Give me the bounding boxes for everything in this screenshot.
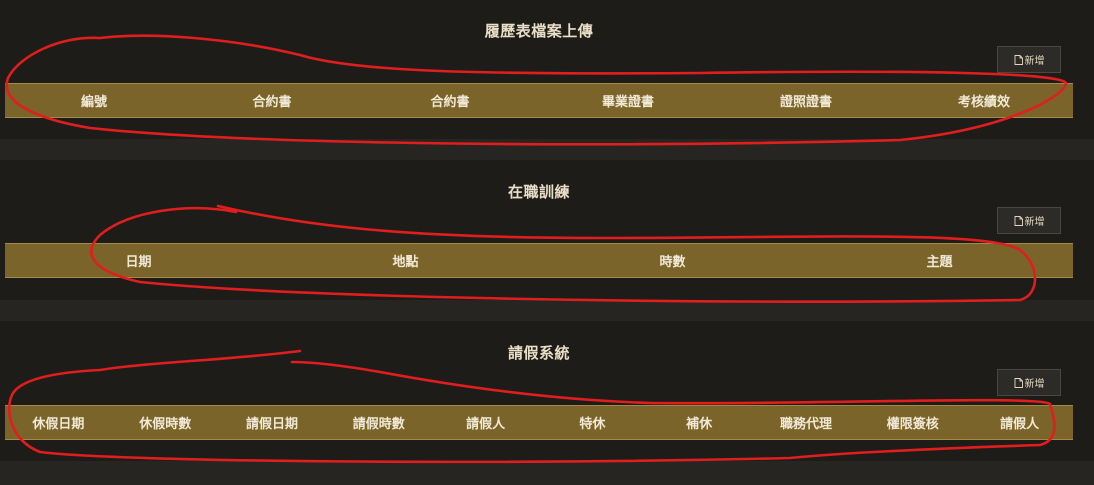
add-training-button[interactable]: 新增: [997, 207, 1061, 234]
add-leave-button-label: 新增: [1024, 379, 1045, 390]
column-header[interactable]: 職務代理: [753, 413, 860, 432]
column-header[interactable]: 畢業證書: [539, 91, 717, 110]
add-resume-button-label: 新增: [1024, 56, 1045, 67]
leave-panel: 請假系統 新增 休假日期 休假時數 請假日期 請假時數 請假人 特休 補休 職務…: [0, 321, 1094, 461]
resume-upload-panel: 履歷表檔案上傳 新增 編號 合約書 合約書 畢業證書 證照證書 考核績效: [0, 0, 1094, 139]
resume-table-header: 編號 合約書 合約書 畢業證書 證照證書 考核績效: [5, 83, 1073, 118]
column-header[interactable]: 證照證書: [717, 91, 895, 110]
column-header[interactable]: 請假人: [966, 413, 1073, 432]
section-title-leave: 請假系統: [507, 344, 570, 362]
section-title-training: 在職訓練: [507, 183, 570, 201]
training-panel: 在職訓練 新增 日期 地點 時數 主題: [0, 160, 1094, 300]
training-table-header: 日期 地點 時數 主題: [5, 243, 1073, 278]
column-header[interactable]: 權限簽核: [859, 413, 966, 432]
column-header[interactable]: 時數: [539, 251, 806, 270]
column-header[interactable]: 合約書: [361, 91, 539, 110]
column-header[interactable]: 考核績效: [895, 91, 1073, 110]
leave-table-header: 休假日期 休假時數 請假日期 請假時數 請假人 特休 補休 職務代理 權限簽核 …: [5, 405, 1073, 440]
add-resume-button[interactable]: 新增: [997, 46, 1061, 73]
document-icon: [1014, 215, 1023, 226]
column-header[interactable]: 休假時數: [112, 413, 219, 432]
page: 履歷表檔案上傳 新增 編號 合約書 合約書 畢業證書 證照證書 考核績效 在職訓…: [0, 0, 1094, 485]
add-leave-button[interactable]: 新增: [997, 369, 1061, 396]
column-header[interactable]: 請假時數: [325, 413, 432, 432]
column-header[interactable]: 主題: [806, 251, 1073, 270]
document-icon: [1014, 54, 1023, 65]
add-training-button-label: 新增: [1024, 217, 1045, 228]
column-header[interactable]: 日期: [5, 251, 272, 270]
column-header[interactable]: 請假日期: [219, 413, 326, 432]
section-title-resume-upload: 履歷表檔案上傳: [484, 22, 594, 40]
column-header[interactable]: 編號: [5, 91, 183, 110]
column-header[interactable]: 地點: [272, 251, 539, 270]
column-header[interactable]: 特休: [539, 413, 646, 432]
column-header[interactable]: 請假人: [432, 413, 539, 432]
document-icon: [1014, 377, 1023, 388]
column-header[interactable]: 休假日期: [5, 413, 112, 432]
column-header[interactable]: 補休: [646, 413, 753, 432]
column-header[interactable]: 合約書: [183, 91, 361, 110]
